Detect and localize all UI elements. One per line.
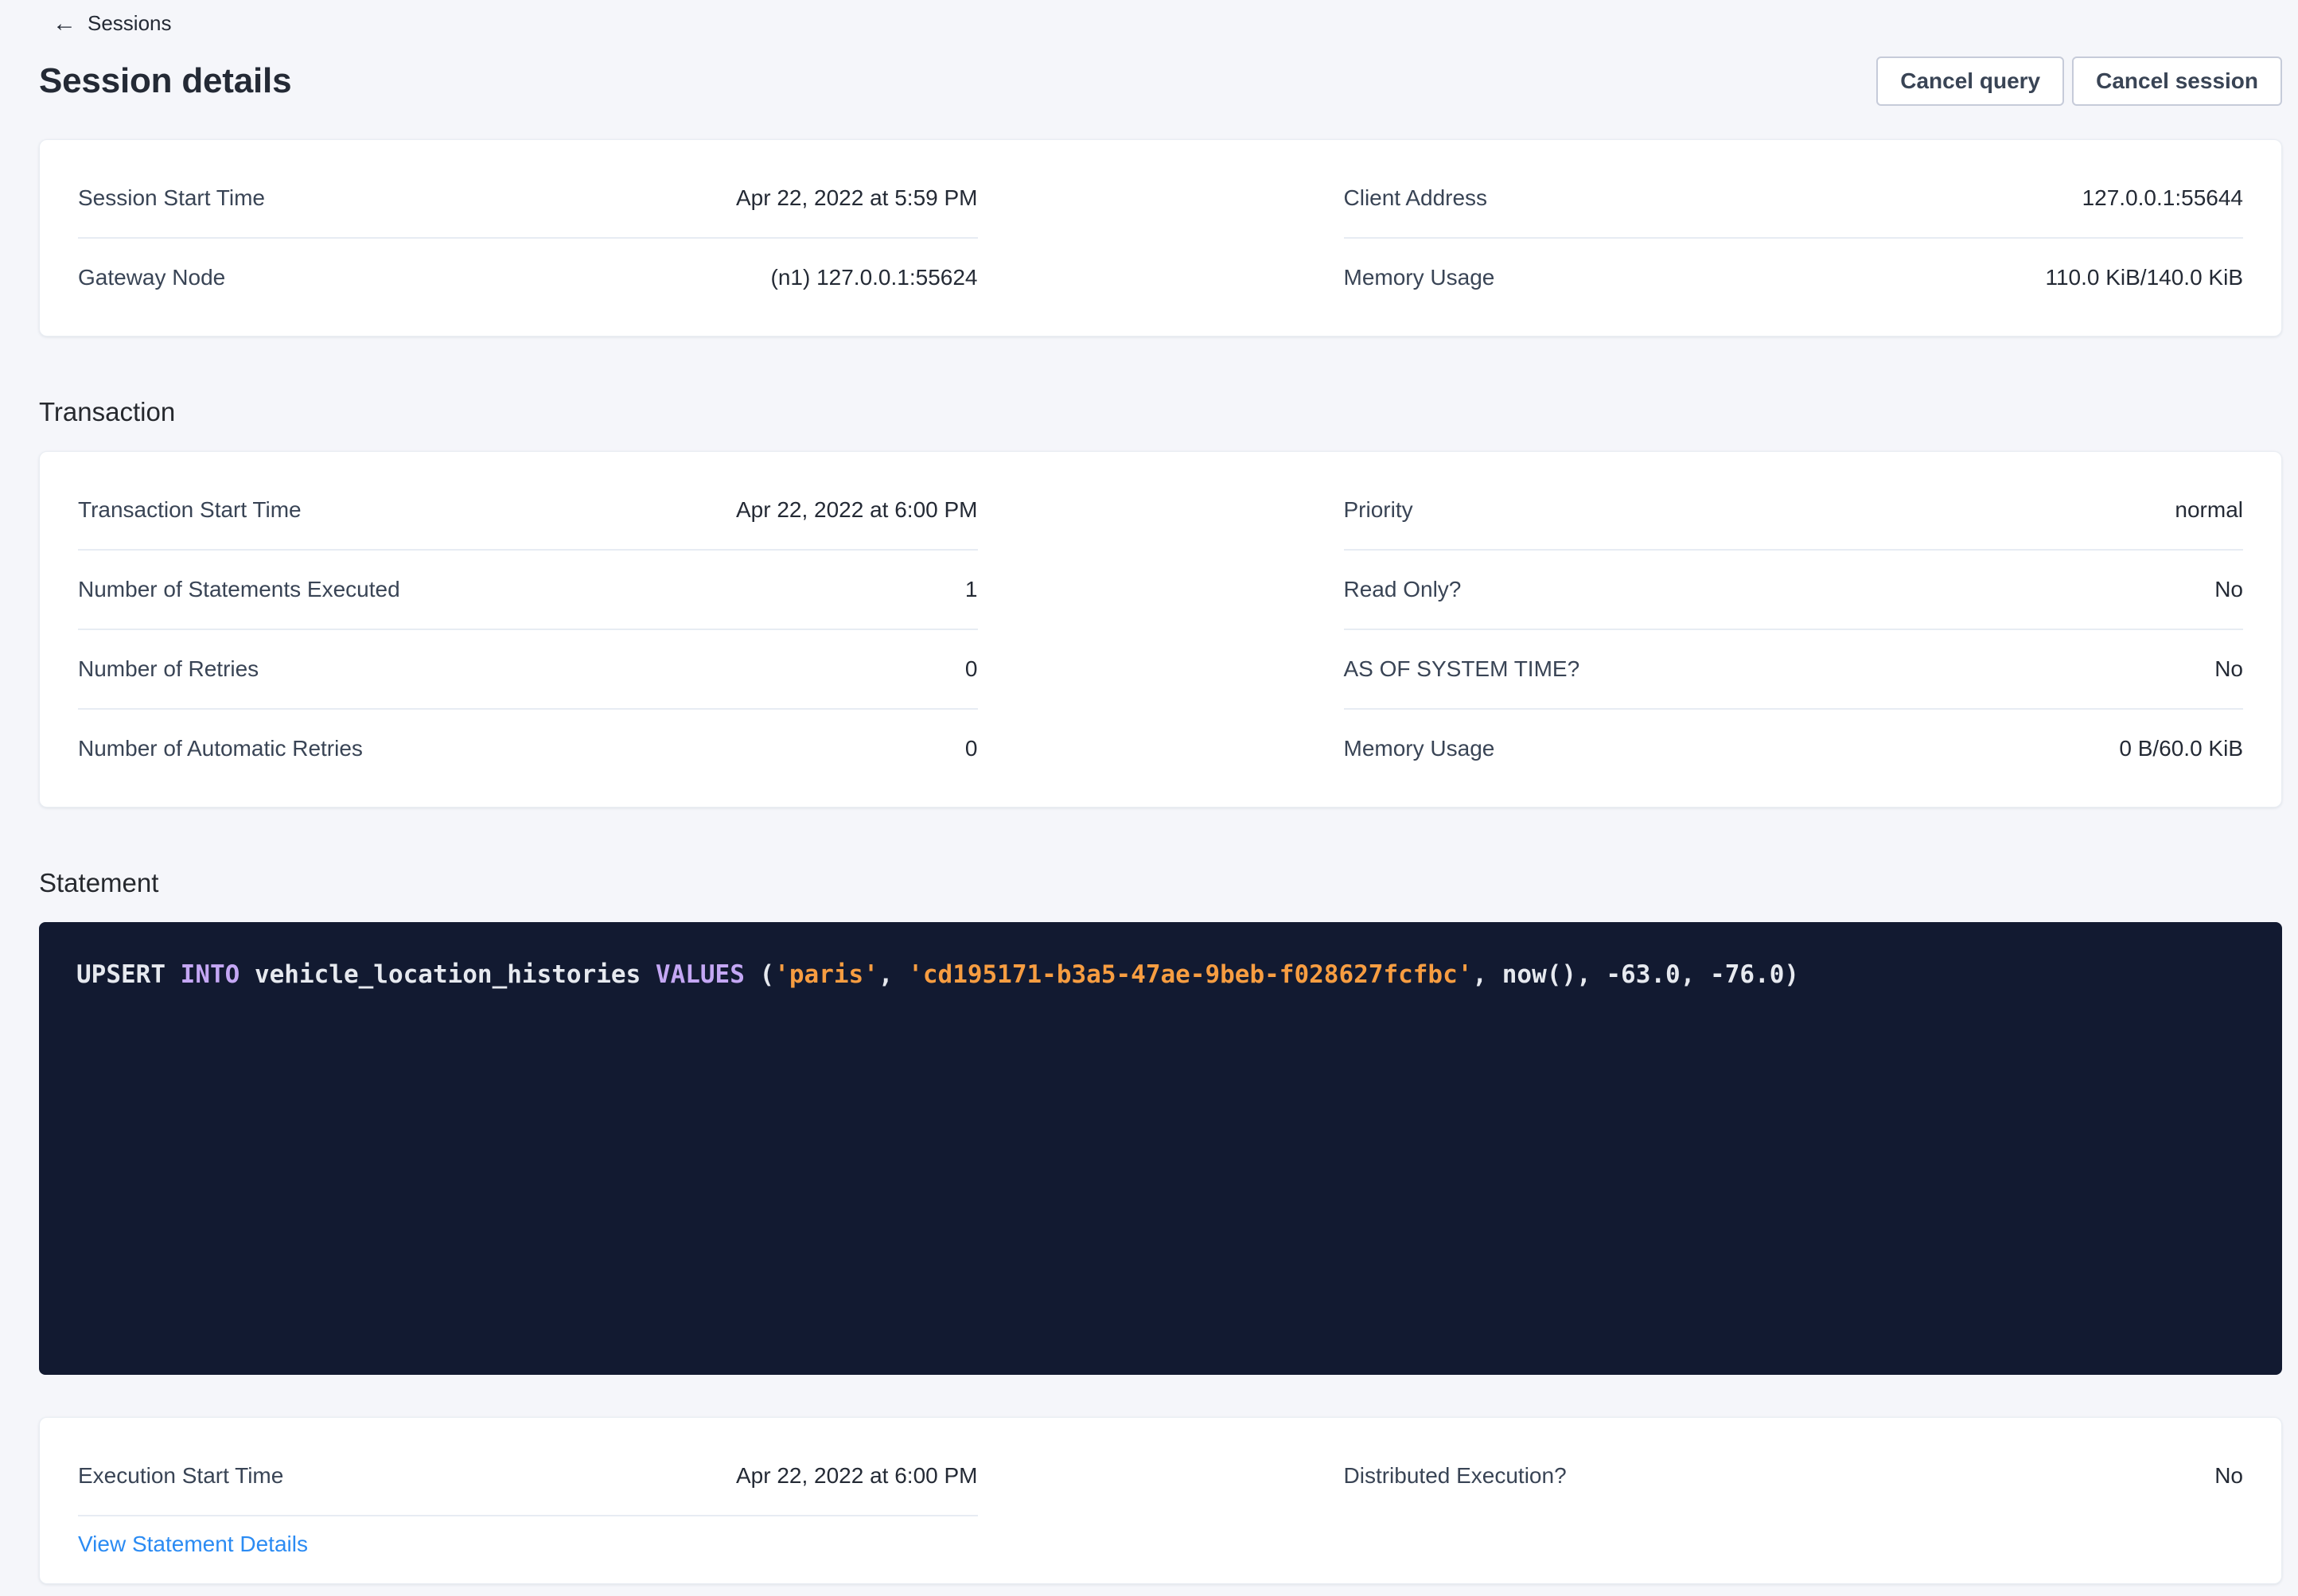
summary-label: Transaction Start Time (78, 495, 302, 525)
summary-label: Read Only? (1344, 574, 1462, 605)
summary-row-execution-start-time: Execution Start Time Apr 22, 2022 at 6:0… (78, 1437, 978, 1516)
back-to-sessions-link[interactable]: ← Sessions (53, 0, 172, 36)
summary-row-transaction-start-time: Transaction Start Time Apr 22, 2022 at 6… (78, 471, 978, 551)
summary-row-statements-executed: Number of Statements Executed 1 (78, 551, 978, 630)
summary-value: normal (2175, 495, 2243, 525)
summary-row-memory-usage: Memory Usage 110.0 KiB/140.0 KiB (1344, 239, 2244, 317)
summary-row-distributed-execution: Distributed Execution? No (1344, 1437, 2244, 1515)
header-actions: Cancel query Cancel session (1876, 56, 2282, 106)
summary-value: 0 B/60.0 KiB (2119, 734, 2243, 764)
transaction-right-column: Priority normal Read Only? No AS OF SYST… (1344, 471, 2244, 788)
summary-row-automatic-retries: Number of Automatic Retries 0 (78, 710, 978, 788)
summary-value: No (2214, 654, 2243, 684)
transaction-left-column: Transaction Start Time Apr 22, 2022 at 6… (78, 471, 978, 788)
view-statement-details-link[interactable]: View Statement Details (78, 1532, 308, 1556)
sql-keyword-token: INTO (181, 960, 240, 989)
summary-value: 1 (965, 574, 978, 605)
session-summary-right-column: Client Address 127.0.0.1:55644 Memory Us… (1344, 159, 2244, 317)
execution-summary-card: Execution Start Time Apr 22, 2022 at 6:0… (39, 1417, 2282, 1584)
cancel-session-button[interactable]: Cancel session (2072, 56, 2282, 106)
summary-label: Execution Start Time (78, 1461, 283, 1491)
back-arrow-icon: ← (53, 12, 76, 36)
summary-value: No (2214, 574, 2243, 605)
sql-string-token: 'cd195171-b3a5-47ae-9beb-f028627fcfbc' (908, 960, 1472, 989)
sql-string-token: 'paris' (774, 960, 878, 989)
summary-value: No (2214, 1461, 2243, 1491)
summary-row-session-start-time: Session Start Time Apr 22, 2022 at 5:59 … (78, 159, 978, 239)
summary-label: Client Address (1344, 183, 1488, 213)
summary-value: 110.0 KiB/140.0 KiB (2045, 263, 2243, 293)
sql-token: , now(), -63.0, -76.0) (1472, 960, 1799, 989)
summary-row-priority: Priority normal (1344, 471, 2244, 551)
summary-label: Number of Automatic Retries (78, 734, 363, 764)
session-details-page: ← Sessions Session details Cancel query … (0, 0, 2298, 1584)
sql-token: UPSERT (76, 960, 181, 989)
execution-right-column: Distributed Execution? No (1344, 1437, 2244, 1564)
summary-label: Session Start Time (78, 183, 265, 213)
page-title: Session details (39, 61, 291, 101)
summary-row-gateway-node: Gateway Node (n1) 127.0.0.1:55624 (78, 239, 978, 317)
summary-label: Memory Usage (1344, 734, 1495, 764)
summary-value: Apr 22, 2022 at 6:00 PM (736, 1461, 978, 1491)
summary-label: AS OF SYSTEM TIME? (1344, 654, 1580, 684)
sql-token: ( (745, 960, 774, 989)
statement-sql-box: UPSERT INTO vehicle_location_histories V… (39, 922, 2282, 1375)
summary-label: Number of Retries (78, 654, 259, 684)
summary-label: Gateway Node (78, 263, 225, 293)
breadcrumb-label: Sessions (88, 11, 172, 36)
summary-label: Memory Usage (1344, 263, 1495, 293)
transaction-summary-card: Transaction Start Time Apr 22, 2022 at 6… (39, 451, 2282, 808)
summary-row-transaction-memory-usage: Memory Usage 0 B/60.0 KiB (1344, 710, 2244, 788)
summary-row-number-of-retries: Number of Retries 0 (78, 630, 978, 710)
session-summary-card: Session Start Time Apr 22, 2022 at 5:59 … (39, 139, 2282, 337)
cancel-query-button[interactable]: Cancel query (1876, 56, 2064, 106)
summary-row-read-only: Read Only? No (1344, 551, 2244, 630)
summary-value: Apr 22, 2022 at 5:59 PM (736, 183, 978, 213)
session-summary-left-column: Session Start Time Apr 22, 2022 at 5:59 … (78, 159, 978, 317)
sql-token: , (878, 960, 908, 989)
statement-section-title: Statement (39, 865, 2282, 901)
gateway-node-link[interactable]: (n1) 127.0.0.1:55624 (771, 263, 978, 293)
summary-label: Distributed Execution? (1344, 1461, 1567, 1491)
execution-left-column: Execution Start Time Apr 22, 2022 at 6:0… (78, 1437, 978, 1564)
summary-row-client-address: Client Address 127.0.0.1:55644 (1344, 159, 2244, 239)
summary-row-as-of-system-time: AS OF SYSTEM TIME? No (1344, 630, 2244, 710)
sql-token: vehicle_location_histories (240, 960, 656, 989)
transaction-section-title: Transaction (39, 394, 2282, 430)
page-header: Session details Cancel query Cancel sess… (39, 56, 2282, 106)
sql-keyword-token: VALUES (656, 960, 745, 989)
view-statement-details-row: View Statement Details (78, 1516, 978, 1564)
summary-label: Priority (1344, 495, 1413, 525)
summary-value: 127.0.0.1:55644 (2082, 183, 2243, 213)
summary-value: Apr 22, 2022 at 6:00 PM (736, 495, 978, 525)
summary-value: 0 (965, 654, 978, 684)
summary-label: Number of Statements Executed (78, 574, 400, 605)
summary-value: 0 (965, 734, 978, 764)
